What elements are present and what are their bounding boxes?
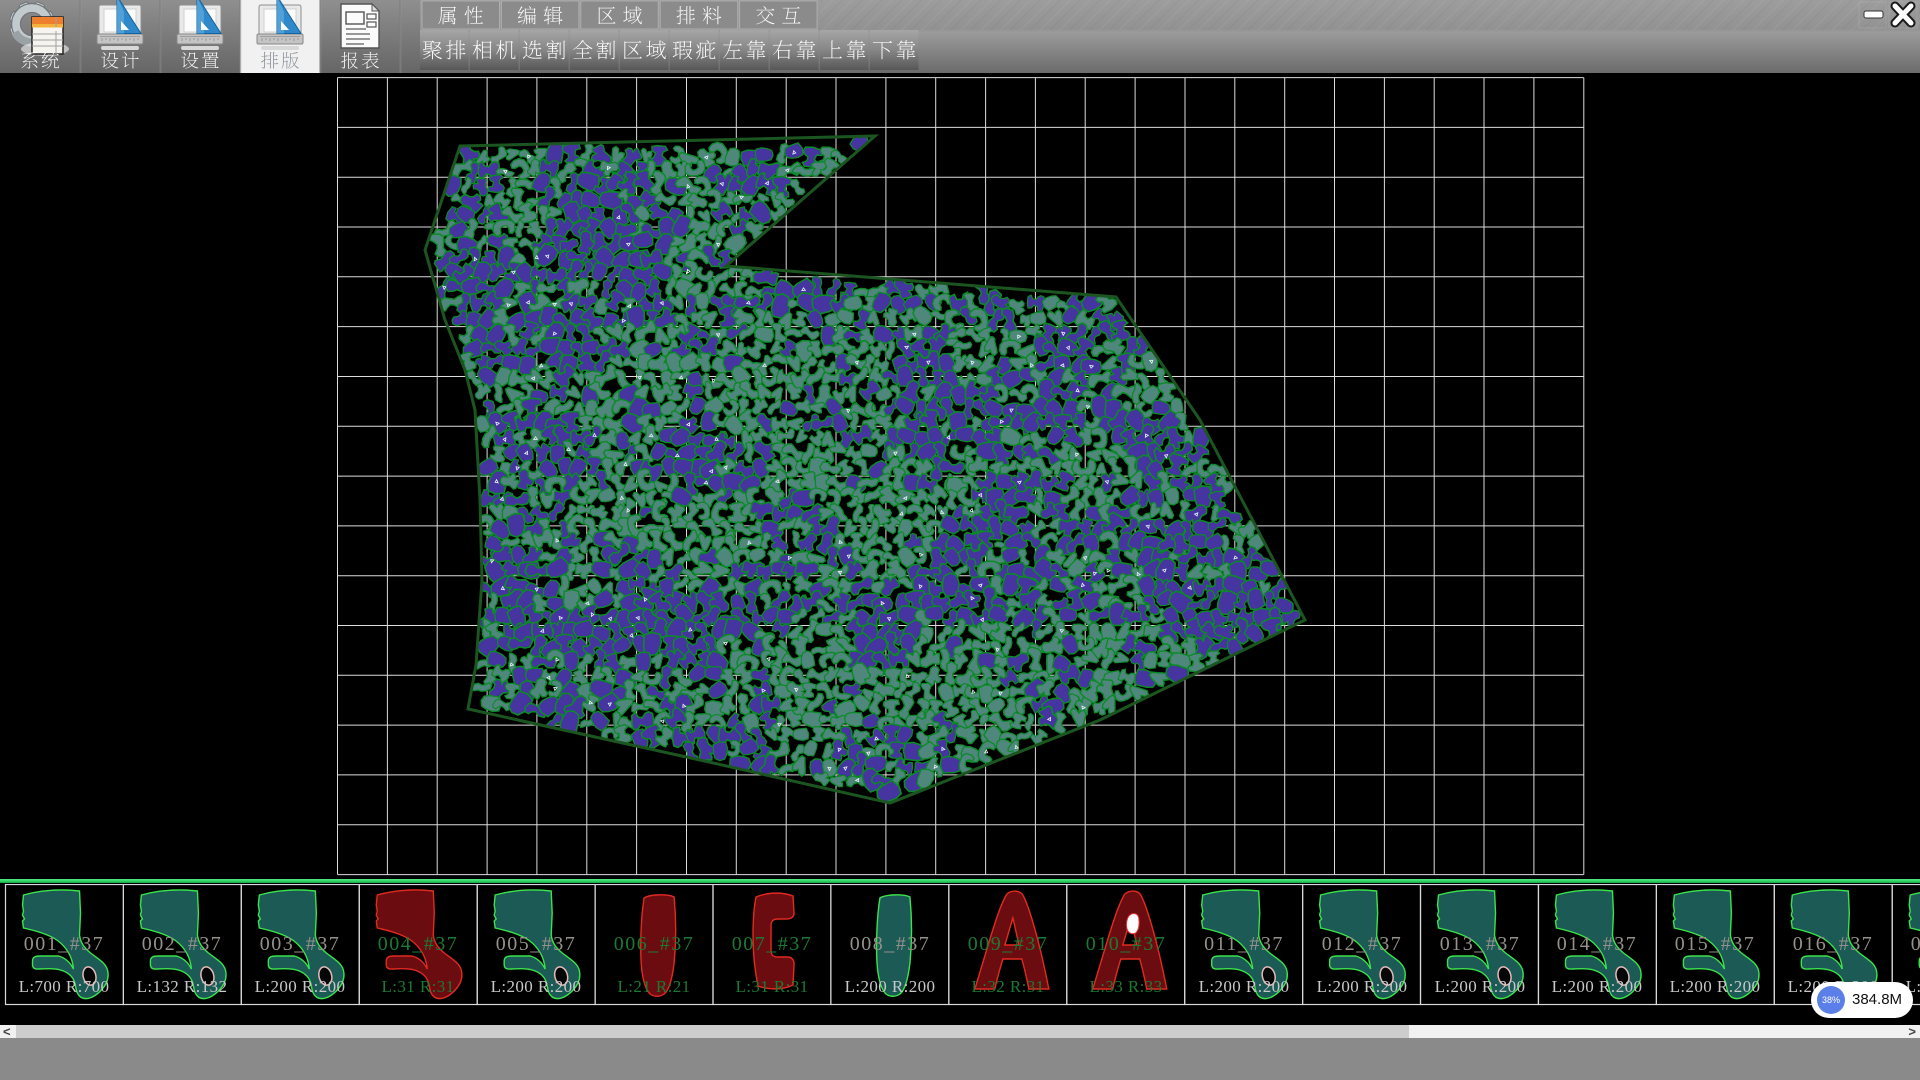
svg-text:005_#37: 005_#37	[496, 933, 577, 955]
svg-text:L:200 R:200: L:200 R:200	[1199, 977, 1290, 996]
svg-text:L:200 R:200: L:200 R:200	[1435, 977, 1526, 996]
svg-text:014_#37: 014_#37	[1557, 933, 1638, 955]
svg-text:L:132 R:132: L:132 R:132	[137, 977, 228, 996]
svg-text:007_#37: 007_#37	[732, 933, 813, 955]
svg-text:L:200 R:200: L:200 R:200	[845, 977, 936, 996]
svg-text:013_#37: 013_#37	[1440, 933, 1521, 955]
svg-text:L:32 R:31: L:32 R:31	[971, 977, 1044, 996]
svg-text:012_#37: 012_#37	[1322, 933, 1403, 955]
svg-text:006_#37: 006_#37	[614, 933, 695, 955]
svg-text:L:200 R:200: L:200 R:200	[1552, 977, 1643, 996]
svg-text:008_#37: 008_#37	[850, 933, 931, 955]
svg-text:L:33 R:33: L:33 R:33	[1089, 977, 1162, 996]
svg-text:015_#37: 015_#37	[1675, 933, 1756, 955]
svg-text:003_#37: 003_#37	[260, 933, 341, 955]
svg-text:L:200 R:200: L:200 R:200	[491, 977, 582, 996]
svg-text:L:200 R:200: L:200 R:200	[1670, 977, 1761, 996]
svg-text:002_#37: 002_#37	[142, 933, 223, 955]
svg-text:L:31 R:31: L:31 R:31	[381, 977, 454, 996]
svg-text:L:31 R:31: L:31 R:31	[735, 977, 808, 996]
svg-text:009_#37: 009_#37	[968, 933, 1049, 955]
svg-text:001_#37: 001_#37	[24, 933, 105, 955]
svg-text:017_#37: 017_#37	[1911, 933, 1920, 955]
svg-text:L:200 R:200: L:200 R:200	[255, 977, 346, 996]
svg-text:011_#37: 011_#37	[1204, 933, 1284, 955]
svg-text:004_#37: 004_#37	[378, 933, 459, 955]
svg-text:L:700 R:700: L:700 R:700	[19, 977, 110, 996]
svg-text:016_#37: 016_#37	[1793, 933, 1874, 955]
svg-text:L:21 R:21: L:21 R:21	[617, 977, 690, 996]
svg-text:010_#37: 010_#37	[1086, 933, 1167, 955]
svg-text:L:200 R:200: L:200 R:200	[1317, 977, 1408, 996]
